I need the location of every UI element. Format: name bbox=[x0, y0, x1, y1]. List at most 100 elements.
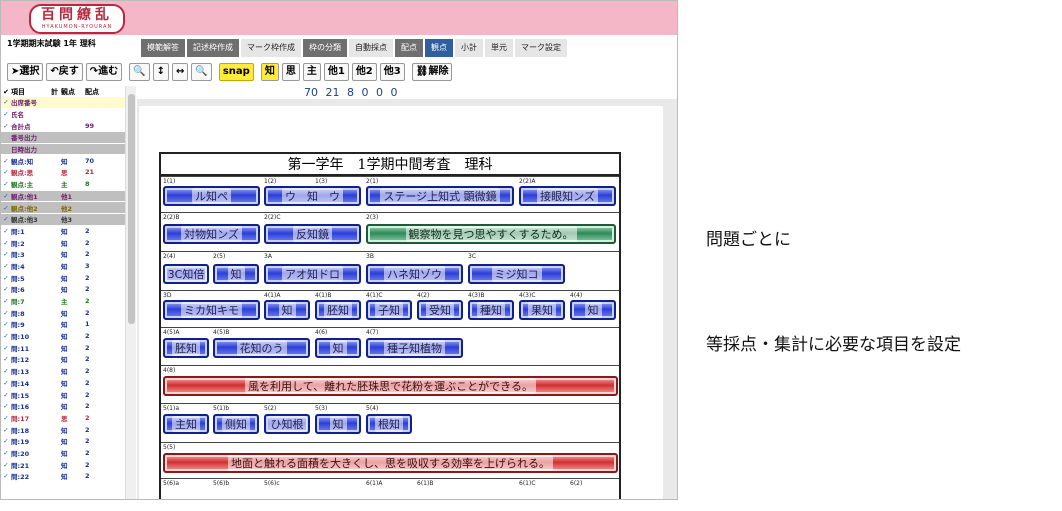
check-mark[interactable]: ✓ bbox=[1, 391, 11, 399]
snap-toggle[interactable]: snap bbox=[218, 63, 254, 81]
tab-0[interactable]: 模範解答 bbox=[141, 39, 185, 57]
answer-box[interactable]: 地面と触れる面積を大きくし、思を吸収する効率を上げられる。 bbox=[163, 453, 618, 473]
kanten-shi-button[interactable]: 思 bbox=[281, 63, 300, 81]
answer-box[interactable]: 胚知 bbox=[163, 338, 209, 358]
zoom-in-button[interactable]: 🔍 bbox=[191, 63, 212, 81]
item-row[interactable]: ✓ 問:10 知 2 bbox=[1, 331, 125, 343]
tab-3[interactable]: 枠の分類 bbox=[303, 39, 347, 57]
check-mark[interactable]: ✓ bbox=[1, 250, 11, 258]
answer-box[interactable]: 受知 bbox=[417, 300, 463, 320]
kanten-other1-button[interactable]: 他1 bbox=[323, 63, 349, 81]
item-row[interactable]: ✓ 問:17 思 2 bbox=[1, 413, 125, 425]
check-mark[interactable]: ✓ bbox=[1, 344, 11, 352]
answer-box[interactable]: 主知 bbox=[163, 414, 209, 434]
check-mark[interactable]: ✓ bbox=[1, 309, 11, 317]
answer-box[interactable]: 胚知 bbox=[315, 300, 361, 320]
item-row[interactable]: ✓ 観点:他1 他1 bbox=[1, 190, 125, 203]
answer-box[interactable]: 風を利用して、離れた胚珠思で花粉を運ぶことができる。 bbox=[163, 376, 618, 396]
answer-box[interactable]: 侧知 bbox=[213, 414, 259, 434]
item-row[interactable]: 番号出力 bbox=[1, 132, 125, 144]
check-mark[interactable]: ✓ bbox=[1, 122, 11, 130]
item-row[interactable]: ✓ 問:5 知 2 bbox=[1, 272, 125, 284]
answer-box[interactable]: ル知ペ bbox=[163, 186, 260, 206]
tab-5[interactable]: 配点 bbox=[395, 39, 423, 57]
check-mark[interactable]: ✓ bbox=[1, 402, 11, 410]
answer-box[interactable]: 知 bbox=[213, 264, 259, 284]
item-row[interactable]: ✓ 問:20 知 2 bbox=[1, 448, 125, 460]
item-row[interactable]: ✓ 問:4 知 3 bbox=[1, 261, 125, 273]
item-row[interactable]: ✓ 観点:他2 他2 bbox=[1, 202, 125, 214]
check-mark[interactable]: ✓ bbox=[1, 227, 11, 235]
check-all-icon[interactable]: ✔ bbox=[1, 88, 11, 96]
item-row[interactable]: ✓ 問:8 知 2 bbox=[1, 307, 125, 320]
answer-box[interactable]: 反知鏡 bbox=[264, 224, 361, 244]
fit-width-button[interactable]: ↔ bbox=[172, 63, 189, 81]
answer-box[interactable]: ステージ上知式 顕微鏡 bbox=[366, 186, 514, 206]
item-row[interactable]: ✓ 観点:主 主 8 bbox=[1, 179, 125, 191]
check-mark[interactable]: ✓ bbox=[1, 215, 11, 223]
answer-box[interactable]: 子知 bbox=[366, 300, 412, 320]
check-mark[interactable]: ✓ bbox=[1, 168, 11, 176]
zoom-out-button[interactable]: 🔍 bbox=[129, 63, 150, 81]
check-mark[interactable]: ✓ bbox=[1, 262, 11, 270]
item-row[interactable]: ✓ 問:12 知 2 bbox=[1, 354, 125, 366]
check-mark[interactable]: ✓ bbox=[1, 98, 11, 106]
check-mark[interactable]: ✓ bbox=[1, 414, 11, 422]
kanten-other3-button[interactable]: 他3 bbox=[379, 63, 405, 81]
item-row[interactable]: ✓ 観点:思 思 21 bbox=[1, 167, 125, 179]
item-row[interactable]: ✓ 問:15 知 2 bbox=[1, 389, 125, 401]
item-row[interactable]: ✓ 問:21 知 2 bbox=[1, 459, 125, 471]
select-button[interactable]: ➤選択 bbox=[7, 63, 44, 81]
kanten-other2-button[interactable]: 他2 bbox=[351, 63, 377, 81]
item-row[interactable]: ✓ 観点:知 知 70 bbox=[1, 155, 125, 168]
item-row[interactable]: ✓ 問:18 知 2 bbox=[1, 424, 125, 436]
item-row[interactable]: ✓ 問:2 知 2 bbox=[1, 237, 125, 249]
item-row[interactable]: ✓ 問:11 知 2 bbox=[1, 342, 125, 355]
item-row[interactable]: ✓ 問:9 知 1 bbox=[1, 319, 125, 331]
tab-8[interactable]: 単元 bbox=[485, 39, 513, 57]
tab-2[interactable]: マーク枠作成 bbox=[241, 39, 301, 57]
check-mark[interactable]: ✓ bbox=[1, 110, 11, 118]
tab-1[interactable]: 記述枠作成 bbox=[187, 39, 239, 57]
answer-box[interactable]: 花知のう bbox=[213, 338, 310, 358]
item-row[interactable]: ✓ 問:14 知 2 bbox=[1, 378, 125, 390]
clear-button[interactable]: ⛓解除 bbox=[411, 63, 453, 81]
answer-box[interactable]: 知 bbox=[570, 300, 616, 320]
item-row[interactable]: ✓ 氏名 bbox=[1, 109, 125, 121]
item-row[interactable]: ✓ 問:3 知 2 bbox=[1, 249, 125, 261]
check-mark[interactable]: ✓ bbox=[1, 285, 11, 293]
redo-button[interactable]: ↷進む bbox=[85, 63, 123, 81]
scrollbar-thumb[interactable] bbox=[128, 94, 135, 324]
item-list-scrollbar[interactable] bbox=[125, 86, 136, 499]
check-mark[interactable]: ✓ bbox=[1, 355, 11, 363]
item-row[interactable]: 日時出力 bbox=[1, 143, 125, 156]
check-mark[interactable]: ✓ bbox=[1, 239, 11, 247]
item-row[interactable]: ✓ 問:16 知 2 bbox=[1, 401, 125, 413]
kanten-chi-button[interactable]: 知 bbox=[260, 63, 279, 81]
answer-box[interactable]: 種子知植物 bbox=[366, 338, 463, 358]
answer-box[interactable]: ミジ知コ bbox=[468, 264, 565, 284]
tab-4[interactable]: 自動採点 bbox=[349, 39, 393, 57]
item-row[interactable]: ✓ 問:6 知 2 bbox=[1, 284, 125, 296]
check-mark[interactable]: ✓ bbox=[1, 461, 11, 469]
fit-height-button[interactable]: ↕ bbox=[152, 63, 170, 81]
check-mark[interactable]: ✓ bbox=[1, 379, 11, 387]
answer-box[interactable]: 種知 bbox=[468, 300, 514, 320]
item-row[interactable]: ✓ 問:1 知 2 bbox=[1, 226, 125, 238]
item-row[interactable]: ✓ 問:7 主 2 bbox=[1, 296, 125, 308]
check-mark[interactable]: ✓ bbox=[1, 472, 11, 480]
check-mark[interactable]: ✓ bbox=[1, 180, 11, 188]
check-mark[interactable]: ✓ bbox=[1, 367, 11, 375]
answer-box[interactable]: 知 bbox=[264, 300, 310, 320]
item-row[interactable]: ✓ 合計点 99 bbox=[1, 120, 125, 133]
answer-box[interactable]: 果知 bbox=[519, 300, 565, 320]
tab-6[interactable]: 観点 bbox=[425, 39, 453, 57]
check-mark[interactable]: ✓ bbox=[1, 426, 11, 434]
tab-7[interactable]: 小計 bbox=[455, 39, 483, 57]
answer-box[interactable]: 対物知ンズ bbox=[163, 224, 260, 244]
check-mark[interactable]: ✓ bbox=[1, 449, 11, 457]
answer-box[interactable]: 知 bbox=[315, 414, 361, 434]
item-row[interactable]: ✓ 出席番号 bbox=[1, 97, 125, 109]
undo-button[interactable]: ↶戻す bbox=[46, 63, 83, 81]
check-mark[interactable]: ✓ bbox=[1, 320, 11, 328]
